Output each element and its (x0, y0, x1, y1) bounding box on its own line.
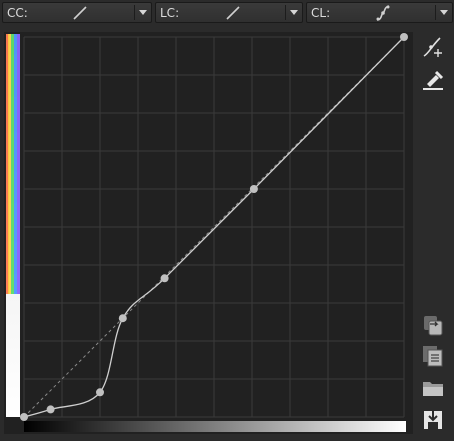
lc-curve-type-combo[interactable]: LC: (155, 2, 303, 23)
cl-curve-type-combo[interactable]: CL: (306, 2, 453, 23)
curve-type-toolbar: CC: LC: CL: (0, 0, 454, 28)
linear-curve-icon (73, 6, 87, 20)
control-point[interactable] (46, 405, 55, 414)
save-icon[interactable] (421, 408, 445, 432)
linear-curve-icon (226, 6, 240, 20)
control-point[interactable] (118, 314, 127, 323)
control-point[interactable] (249, 185, 258, 193)
chevron-down-icon[interactable] (136, 5, 150, 20)
lc-label: LC: (160, 6, 180, 20)
open-folder-icon[interactable] (421, 376, 445, 400)
cc-label: CC: (7, 6, 28, 20)
cl-label: CL: (311, 6, 331, 20)
horizontal-gradient-bar (24, 421, 406, 432)
custom-curve-icon (376, 5, 390, 21)
eyedropper-icon[interactable] (421, 68, 445, 92)
cc-curve-type-combo[interactable]: CC: (2, 2, 152, 23)
curve-editor[interactable] (4, 32, 413, 434)
curve-canvas[interactable] (4, 32, 413, 434)
copy-icon[interactable] (421, 344, 445, 368)
chevron-down-icon[interactable] (437, 5, 451, 20)
control-point[interactable] (400, 33, 408, 41)
add-point-icon[interactable] (421, 35, 445, 59)
link-channels-icon[interactable] (421, 313, 445, 337)
control-point[interactable] (20, 413, 28, 421)
chevron-down-icon[interactable] (287, 5, 301, 20)
control-point[interactable] (96, 388, 104, 397)
rainbow-strip (6, 34, 20, 294)
control-point[interactable] (160, 274, 169, 283)
